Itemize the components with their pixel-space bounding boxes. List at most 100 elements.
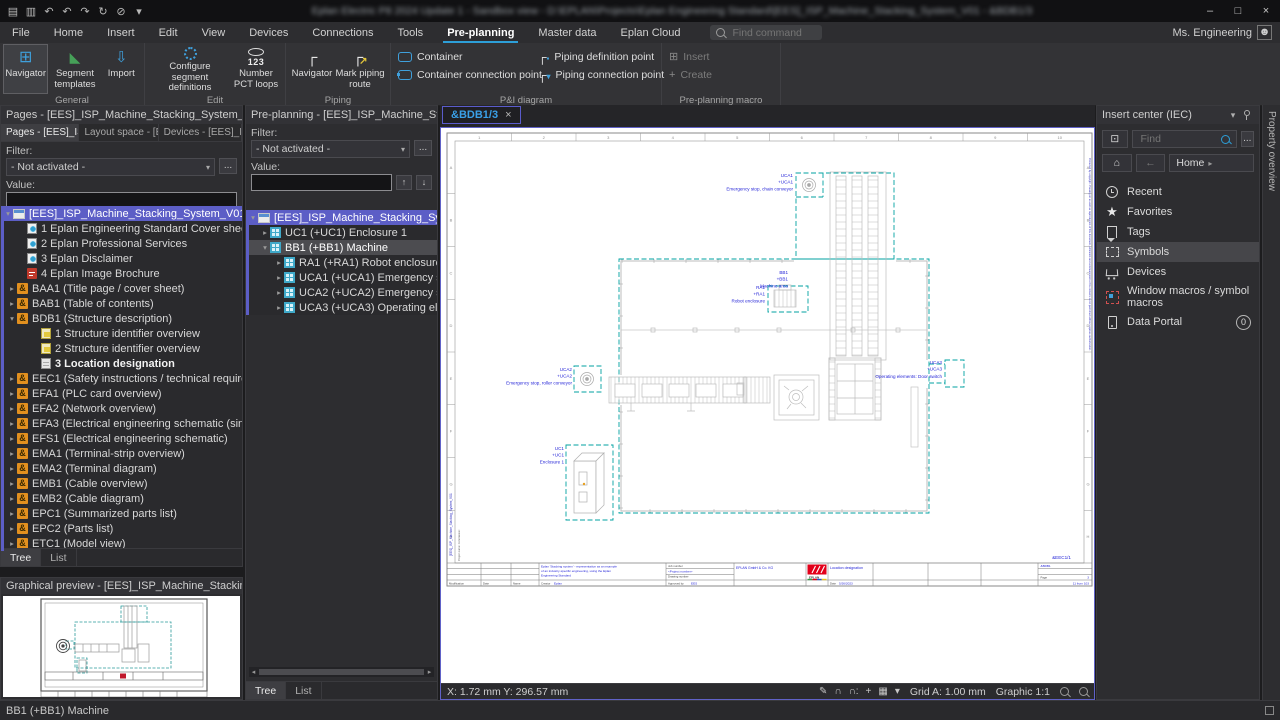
expander-icon[interactable]: ▾ xyxy=(3,209,13,218)
expander-icon[interactable]: ▾ xyxy=(248,213,258,222)
find-input[interactable] xyxy=(1139,132,1213,146)
expander-icon[interactable]: ▸ xyxy=(274,273,284,282)
expander-icon[interactable]: ▸ xyxy=(260,228,270,237)
filter-select[interactable]: - Not activated - ▾ xyxy=(251,140,410,158)
resize-grip-icon[interactable] xyxy=(1265,706,1274,715)
tree-item[interactable]: ▸ BAA1 (Title page / cover sheet) xyxy=(1,281,242,296)
view-tab[interactable]: Tree xyxy=(246,682,286,699)
quick-access-icon[interactable]: ⊘ xyxy=(112,5,130,18)
expander-icon[interactable]: ▾ xyxy=(260,243,270,252)
expander-icon[interactable]: ▸ xyxy=(7,449,17,458)
menu-item[interactable]: Devices xyxy=(237,22,300,43)
filter-more-button[interactable]: ... xyxy=(219,158,237,174)
quick-access-icon[interactable]: ▤ xyxy=(4,5,22,18)
insert-center-item[interactable]: Recent xyxy=(1097,182,1259,202)
page-tab[interactable]: &BDB1/3 × xyxy=(442,106,521,124)
container-connection-point-button[interactable]: Container connection point xyxy=(395,67,535,82)
insert-center-item[interactable]: Tags xyxy=(1097,222,1259,242)
quick-access-icon[interactable]: ↶ xyxy=(58,5,76,18)
quick-access-icon[interactable]: ↶ xyxy=(40,5,58,18)
symbol-select-button[interactable]: ⊡ xyxy=(1102,130,1128,148)
panel-tab[interactable]: Pages - [EES]_ISP_... xyxy=(1,124,79,141)
quick-access-icon[interactable]: ▥ xyxy=(22,5,40,18)
home-button[interactable]: ⌂ xyxy=(1102,154,1132,172)
menu-item[interactable]: Eplan Cloud xyxy=(609,22,693,43)
value-input[interactable] xyxy=(251,174,392,191)
menu-item[interactable]: Pre-planning xyxy=(435,22,526,43)
scrollbar-thumb[interactable] xyxy=(259,669,424,675)
expander-icon[interactable]: ▸ xyxy=(274,258,284,267)
mark-piping-route-button[interactable]: ┌↗ Mark piping route xyxy=(334,45,386,93)
pin-icon[interactable] xyxy=(1240,112,1254,118)
expander-icon[interactable]: ▸ xyxy=(274,288,284,297)
expander-icon[interactable]: ▸ xyxy=(7,494,17,503)
menu-item[interactable]: Edit xyxy=(147,22,190,43)
expander-icon[interactable]: ▸ xyxy=(7,299,17,308)
scroll-right-icon[interactable]: ▸ xyxy=(425,668,434,676)
tree-item[interactable]: 2 Eplan Professional Services xyxy=(1,236,242,251)
tree-item[interactable]: ▸ UCA3 (+UCA3) Operating elements: Door … xyxy=(246,300,437,315)
insert-macro-button[interactable]: ⊞ Insert xyxy=(666,49,766,64)
segment-templates-button[interactable]: ◣ Segment templates xyxy=(47,45,102,93)
tree-item[interactable]: ▸ UCA2 (+UCA2) Emergency stop, roller co… xyxy=(246,285,437,300)
tree-item[interactable]: ▸ EFA1 (PLC card overview) xyxy=(1,386,242,401)
status-toggle-icon[interactable]: ▾ xyxy=(895,686,900,697)
quick-access-icon[interactable]: ↻ xyxy=(94,5,112,18)
menu-item[interactable]: File xyxy=(0,22,42,43)
tree-item[interactable]: ▸ EMA1 (Terminal-strip overview) xyxy=(1,446,242,461)
tree-item[interactable]: ▸ EPC1 (Summarized parts list) xyxy=(1,506,242,521)
view-tab[interactable]: List xyxy=(41,549,76,566)
quick-access-icon[interactable]: ↷ xyxy=(76,5,94,18)
piping-navigator-button[interactable]: ┌ Navigator xyxy=(290,45,334,93)
import-button[interactable]: ⇩ Import xyxy=(103,45,140,93)
quick-access-icon[interactable]: ▾ xyxy=(130,5,148,18)
find-command-input[interactable] xyxy=(730,26,814,40)
scroll-left-icon[interactable]: ◂ xyxy=(249,668,258,676)
insert-center-item[interactable]: Window macros / symbol macros xyxy=(1097,282,1259,312)
panel-tab[interactable]: Layout space - [EES... xyxy=(79,124,158,141)
tree-item[interactable]: 2 Structure identifier overview xyxy=(1,341,242,356)
close-button[interactable]: × xyxy=(1252,5,1280,17)
expander-icon[interactable]: ▸ xyxy=(7,389,17,398)
zoom-out-icon[interactable] xyxy=(1060,687,1069,696)
expander-icon[interactable]: ▸ xyxy=(7,464,17,473)
tab-close-icon[interactable]: × xyxy=(505,109,511,121)
search-icon[interactable] xyxy=(1221,135,1230,144)
insert-center-item[interactable]: Symbols xyxy=(1097,242,1259,262)
expander-icon[interactable]: ▸ xyxy=(7,539,17,548)
container-button[interactable]: Container xyxy=(395,49,535,64)
insert-center-item[interactable]: Devices xyxy=(1097,262,1259,282)
breadcrumb[interactable]: Home ▸ xyxy=(1169,154,1254,172)
number-pct-loops-button[interactable]: 123 Number PCT loops xyxy=(231,45,281,93)
insert-center-item[interactable]: Data Portal 0 xyxy=(1097,312,1259,332)
menu-item[interactable]: Master data xyxy=(526,22,608,43)
status-toggle-icon[interactable]: + xyxy=(866,686,872,697)
configure-segment-definitions-button[interactable]: Configure segment definitions xyxy=(149,45,231,93)
find-command-search[interactable] xyxy=(710,25,822,40)
more-button[interactable]: ... xyxy=(1241,131,1255,147)
menu-item[interactable]: Insert xyxy=(95,22,147,43)
tree-item[interactable]: 3 Eplan Disclaimer xyxy=(1,251,242,266)
maximize-button[interactable]: □ xyxy=(1224,5,1252,17)
filter-select[interactable]: - Not activated - ▾ xyxy=(6,158,215,176)
tree-item[interactable]: ▸ UCA1 (+UCA1) Emergency stop, chain con… xyxy=(246,270,437,285)
insert-center-item[interactable]: ★ Favorites xyxy=(1097,202,1259,222)
piping-definition-point-button[interactable]: ┌▪ Piping definition point xyxy=(535,49,653,64)
menu-item[interactable]: Home xyxy=(42,22,95,43)
chevron-down-icon[interactable]: ▾ xyxy=(1226,110,1240,121)
expander-icon[interactable]: ▸ xyxy=(7,284,17,293)
tree-item[interactable]: ▸ RA1 (+RA1) Robot enclosure xyxy=(246,255,437,270)
tree-item[interactable]: ▸ EFA3 (Electrical engineering schematic… xyxy=(1,416,242,431)
tree-item[interactable]: ▾ BDB1 (Structure description) xyxy=(1,311,242,326)
arrow-up-button[interactable]: ↑ xyxy=(396,175,412,190)
expander-icon[interactable]: ▸ xyxy=(7,419,17,428)
expander-icon[interactable]: ▸ xyxy=(274,303,284,312)
arrow-down-button[interactable]: ↓ xyxy=(416,175,432,190)
expander-icon[interactable]: ▸ xyxy=(7,509,17,518)
tree-item[interactable]: ▸ UC1 (+UC1) Enclosure 1 xyxy=(246,225,437,240)
expander-icon[interactable]: ▸ xyxy=(7,374,17,383)
tree-item[interactable]: ▸ BAB1 (Table of contents) xyxy=(1,296,242,311)
tree-item[interactable]: 4 Eplan Image Brochure xyxy=(1,266,242,281)
tree-item[interactable]: 1 Structure identifier overview xyxy=(1,326,242,341)
tree-item[interactable]: 3 Location designation xyxy=(1,356,242,371)
